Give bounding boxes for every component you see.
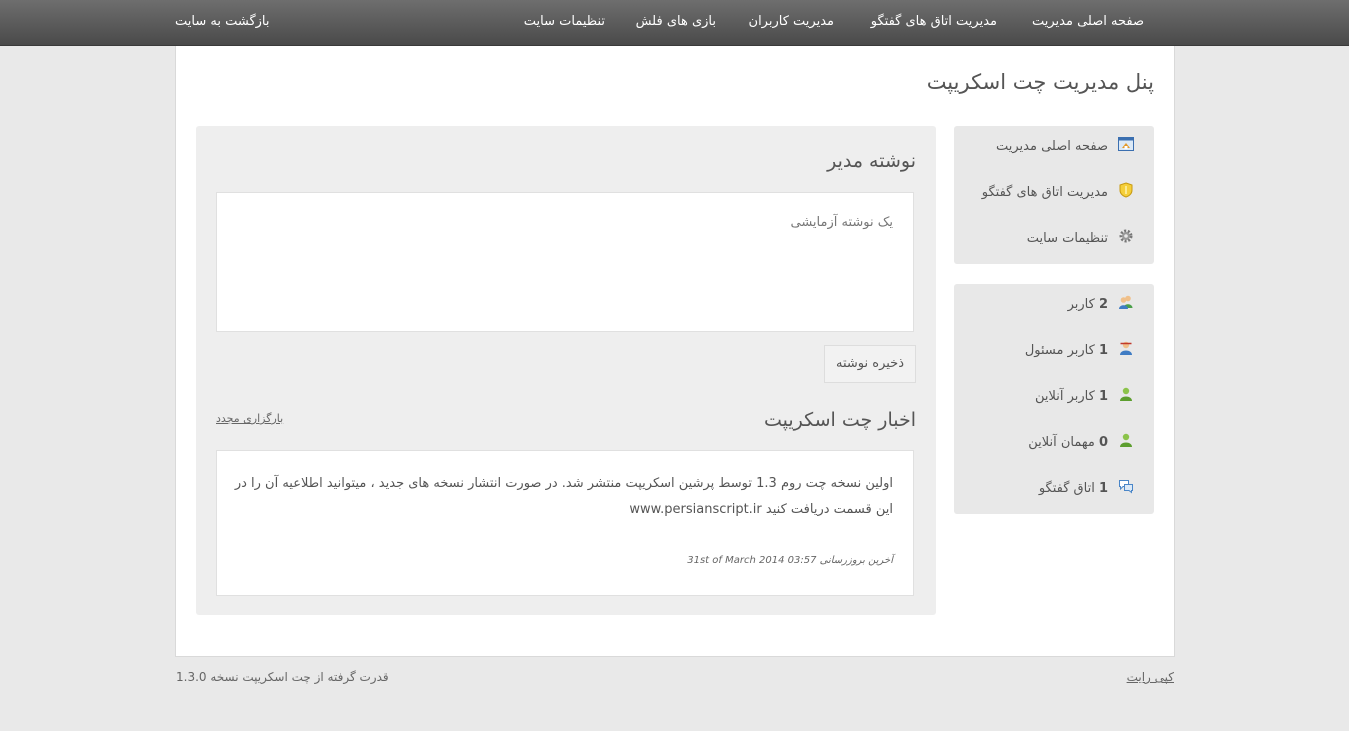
stat-count: 1 [1098,343,1108,358]
stat-count: 0 [1098,435,1108,450]
stat-count: 2 [1098,297,1108,312]
sidebar-menu: صفحه اصلی مدیریت مدیریت اتاق های گفتگو ت… [954,126,1154,264]
online-user-icon [1118,386,1134,402]
stat-label: مهمان آنلاین [1028,435,1095,450]
sidebar-item-label: صفحه اصلی مدیریت [996,139,1108,154]
news-box: اولین نسخه چت روم 1.3 توسط پرشین اسکریپت… [216,450,914,596]
nav-settings[interactable]: تنظیمات سایت [524,0,605,45]
dashboard-icon [1118,136,1134,152]
reload-news-link[interactable]: بارگزاری مجدد [216,412,283,425]
guest-user-icon [1118,432,1134,448]
stat-label: کاربر مسئول [1024,343,1095,358]
users-icon [1118,294,1134,310]
content-panel: نوشته مدیر یک نوشته آزمایشی ذخیره نوشته … [196,126,936,615]
powered-by-text: قدرت گرفته از چت اسکریپت نسخه 1.3.0 [176,670,389,684]
chat-bubble-icon [1118,478,1134,494]
sidebar-item-label: مدیریت اتاق های گفتگو [981,185,1108,200]
news-body: اولین نسخه چت روم 1.3 توسط پرشین اسکریپت… [234,476,893,517]
sidebar-item-label: تنظیمات سایت [1026,231,1108,246]
stat-count: 1 [1098,481,1108,496]
admin-note-textarea[interactable]: یک نوشته آزمایشی [216,192,914,332]
shield-icon [1118,182,1134,198]
save-note-button[interactable]: ذخیره نوشته [824,345,916,383]
top-navbar: صفحه اصلی مدیریت مدیریت اتاق های گفتگو م… [0,0,1349,46]
stat-label: اتاق گفتگو [1038,481,1095,496]
stat-label: کاربر [1067,297,1095,312]
admin-user-icon [1118,340,1134,356]
main-container: پنل مدیریت چت اسکریپت صفحه اصلی مدیریت م… [175,46,1175,657]
page-title: پنل مدیریت چت اسکریپت [926,70,1154,94]
nav-rooms[interactable]: مدیریت اتاق های گفتگو [871,0,997,45]
news-updated-timestamp: آخرین بروزرسانی 31st of March 2014 03:57 [687,555,893,566]
gear-icon [1118,228,1134,244]
back-to-site-link[interactable]: بازگشت به سایت [175,0,270,45]
nav-home[interactable]: صفحه اصلی مدیریت [1032,0,1144,45]
news-title: اخبار چت اسکریپت [763,409,916,431]
sidebar-stats: 2 کاربر 1 کاربر مسئول 1 کاربر آنلاین 0 م… [954,284,1154,514]
stat-label: کاربر آنلاین [1034,389,1095,404]
nav-users[interactable]: مدیریت کاربران [749,0,834,45]
admin-note-title: نوشته مدیر [827,150,916,172]
nav-games[interactable]: بازی های فلش [636,0,716,45]
copyright-link[interactable]: کپی رایت [1127,670,1174,684]
stat-count: 1 [1098,389,1108,404]
